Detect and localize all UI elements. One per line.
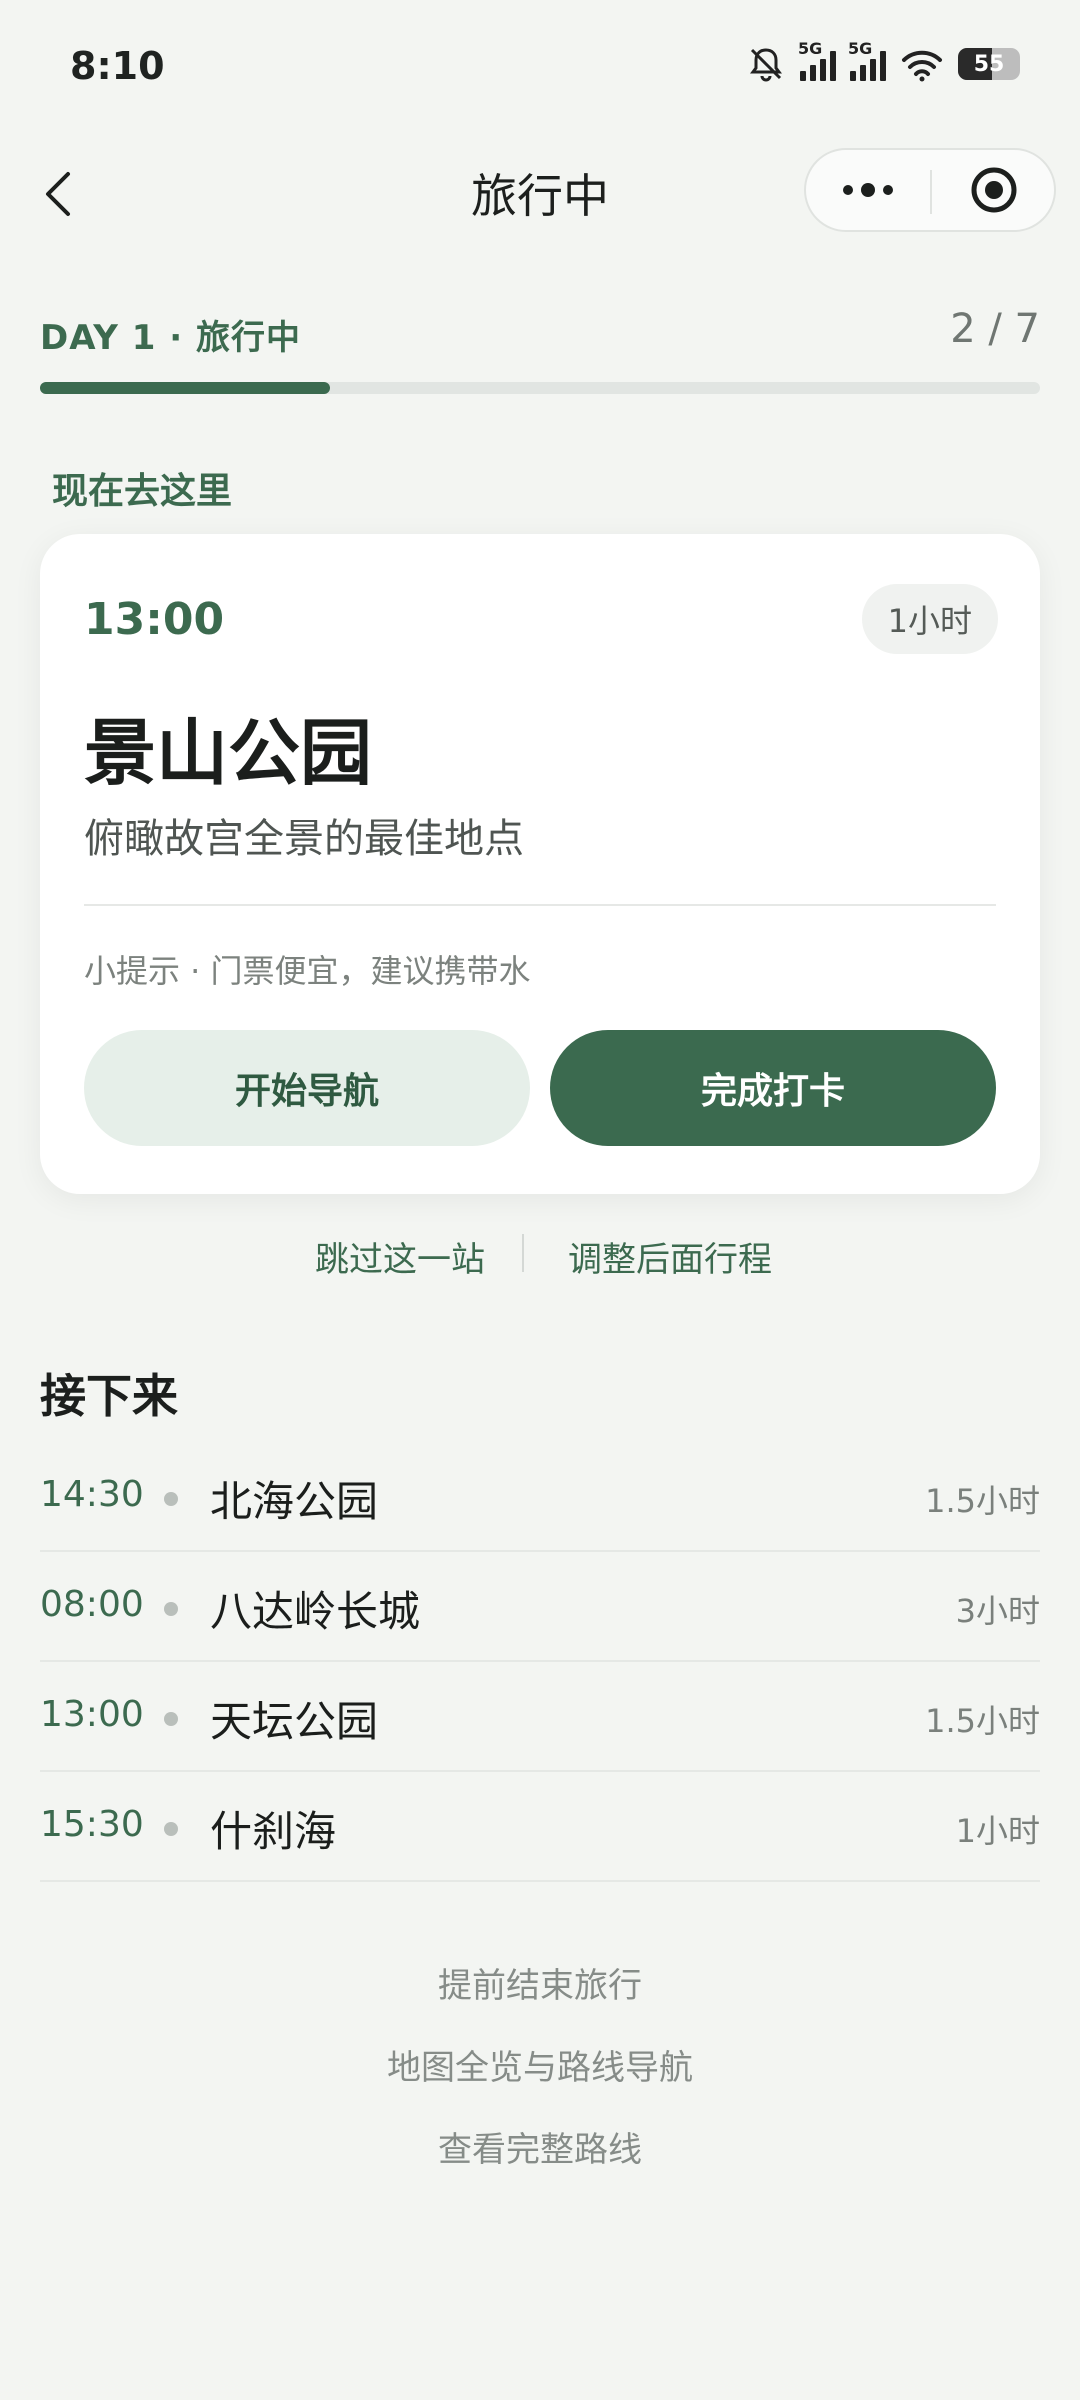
divider — [522, 1234, 524, 1272]
item-name: 天坛公园 — [210, 1697, 379, 1746]
back-chevron-icon — [46, 172, 70, 216]
adjust-itinerary-link[interactable]: 调整后面行程 — [540, 1232, 800, 1281]
battery-icon: 55 — [958, 48, 1020, 80]
item-time: 08:00 — [40, 1584, 144, 1625]
next-section-title: 接下来 — [40, 1369, 178, 1423]
status-time: 8:10 — [70, 44, 165, 88]
map-overview-link[interactable]: 地图全览与路线导航 — [0, 2040, 1080, 2089]
timeline-dot — [164, 1492, 178, 1506]
skip-stop-link[interactable]: 跳过这一站 — [270, 1232, 530, 1281]
check-in-button[interactable]: 完成打卡 — [550, 1030, 996, 1146]
full-route-link[interactable]: 查看完整路线 — [0, 2122, 1080, 2171]
network-label: 5G — [848, 39, 873, 58]
section-label-now: 现在去这里 — [52, 471, 233, 512]
mini-program-capsule — [804, 148, 1056, 232]
duration-badge: 1小时 — [861, 584, 998, 654]
item-name: 什刹海 — [210, 1807, 337, 1856]
target-close-icon — [971, 167, 1017, 213]
wifi-icon — [902, 50, 942, 82]
current-stop-card: 13:00 1小时 景山公园 俯瞰故宫全景的最佳地点 小提示 · 门票便宜，建议… — [40, 534, 1040, 1194]
stop-name: 景山公园 — [84, 711, 373, 795]
close-mini-program-button[interactable] — [932, 150, 1056, 230]
next-stops-list: 14:30 北海公园 1.5小时 08:00 八达岭长城 3小时 13:00 天… — [40, 1442, 1040, 1882]
progress-fill — [40, 382, 330, 394]
timeline-dot — [164, 1822, 178, 1836]
list-item[interactable]: 14:30 北海公园 1.5小时 — [40, 1442, 1040, 1552]
progress-bar — [40, 382, 1040, 394]
day-label: DAY 1 · 旅行中 — [40, 318, 301, 358]
start-navigation-button[interactable]: 开始导航 — [84, 1030, 530, 1146]
item-duration: 1.5小时 — [925, 1482, 1040, 1520]
divider — [84, 904, 996, 906]
item-duration: 1.5小时 — [925, 1702, 1040, 1740]
status-icons: 5G 5G 55 — [746, 39, 1020, 84]
signal-5g-icon: 5G — [798, 39, 836, 81]
list-item[interactable]: 08:00 八达岭长城 3小时 — [40, 1552, 1040, 1662]
item-time: 15:30 — [40, 1804, 144, 1845]
timeline-dot — [164, 1602, 178, 1616]
signal-5g-icon: 5G — [848, 39, 886, 81]
battery-level: 55 — [973, 51, 1005, 77]
item-duration: 3小时 — [955, 1592, 1040, 1630]
network-label: 5G — [798, 39, 823, 58]
mute-bell-icon — [750, 48, 782, 82]
item-duration: 1小时 — [955, 1812, 1040, 1850]
stop-tip: 小提示 · 门票便宜，建议携带水 — [84, 952, 531, 990]
item-time: 14:30 — [40, 1474, 144, 1515]
progress-count: 2 / 7 — [950, 306, 1040, 352]
more-button[interactable] — [806, 150, 930, 230]
stop-description: 俯瞰故宫全景的最佳地点 — [84, 816, 524, 862]
list-item[interactable]: 13:00 天坛公园 1.5小时 — [40, 1662, 1040, 1772]
stop-time: 13:00 — [84, 594, 225, 645]
item-name: 八达岭长城 — [210, 1587, 421, 1636]
back-button[interactable] — [36, 160, 106, 230]
item-name: 北海公园 — [210, 1477, 379, 1526]
timeline-dot — [164, 1712, 178, 1726]
list-item[interactable]: 15:30 什刹海 1小时 — [40, 1772, 1040, 1882]
end-trip-link[interactable]: 提前结束旅行 — [0, 1958, 1080, 2007]
item-time: 13:00 — [40, 1694, 144, 1735]
more-dots-icon — [843, 183, 893, 197]
